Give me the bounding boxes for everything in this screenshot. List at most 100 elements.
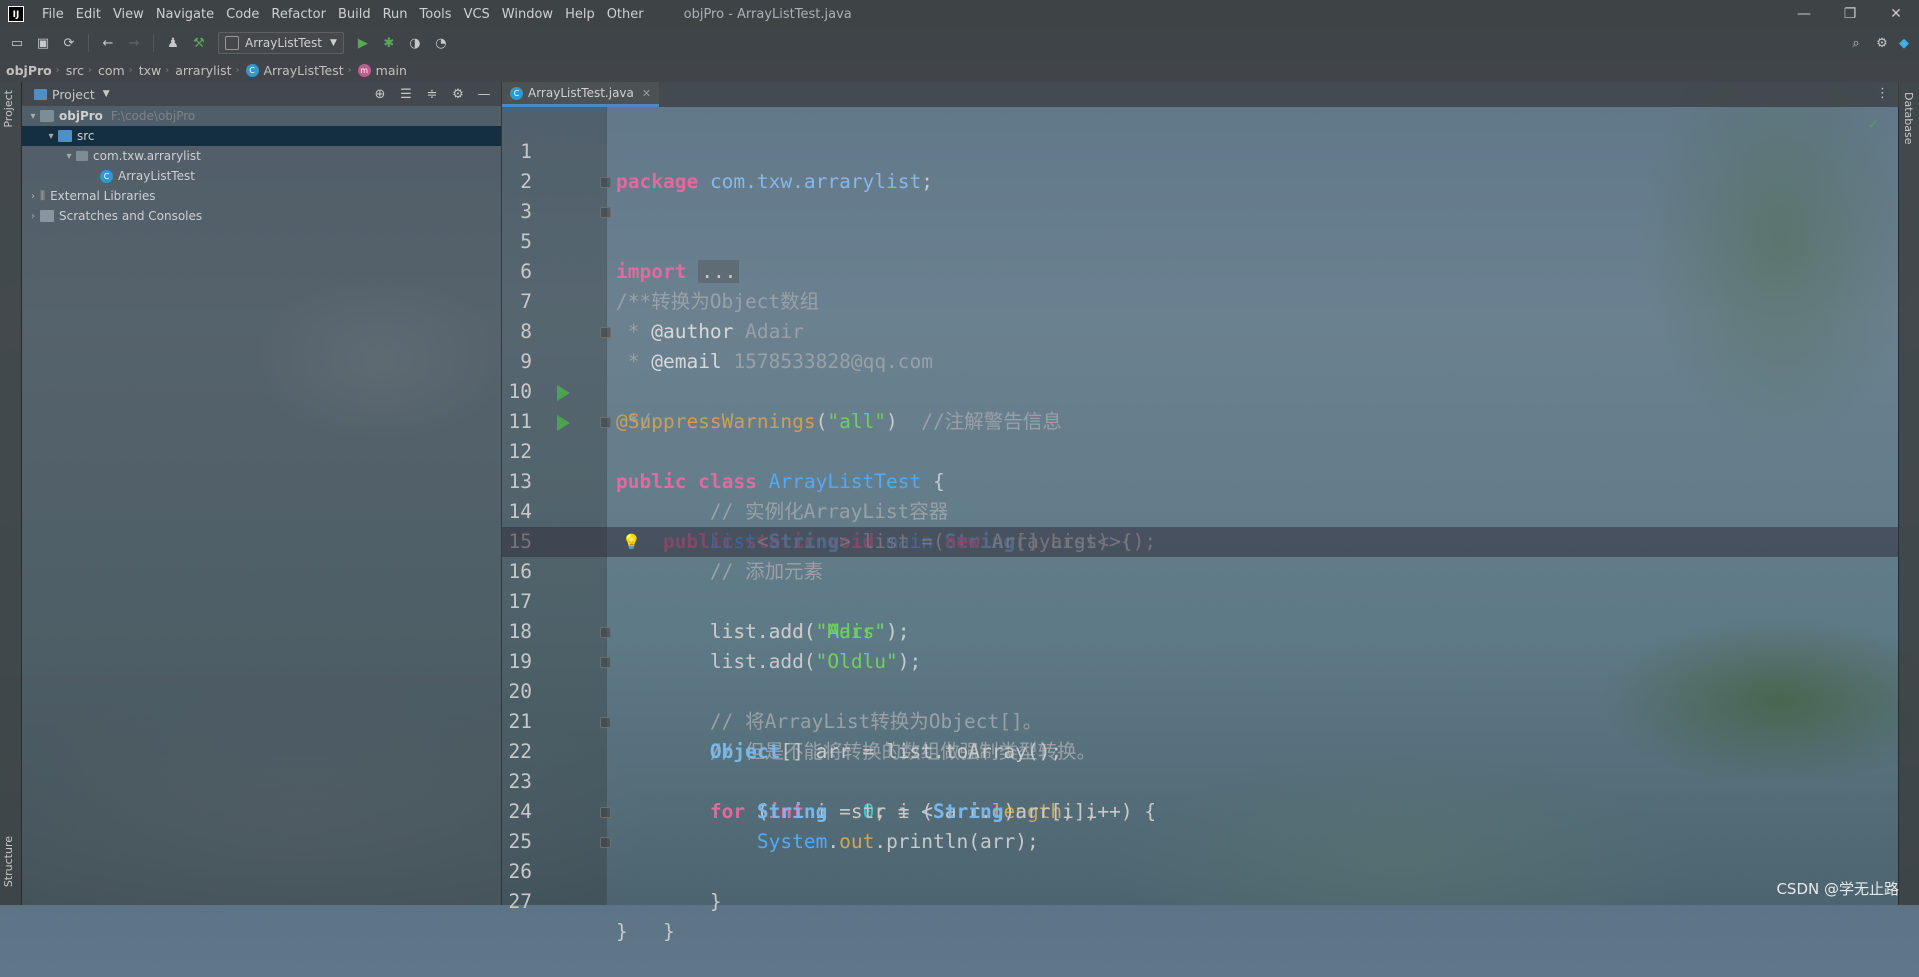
plugin-icon[interactable]: ◆: [1893, 32, 1915, 54]
code-line: 17 list.add("Mars");: [502, 557, 1899, 643]
hide-icon[interactable]: —: [471, 87, 497, 102]
code-line: 6 * 转换为Object数组: [502, 227, 1899, 313]
intellij-logo-icon: IJ: [8, 6, 24, 22]
tree-item-arraylisttest[interactable]: C ArrayListTest: [22, 166, 501, 186]
code-line: 13 // 实例化ArrayList容器: [502, 437, 1899, 523]
restore-button[interactable]: ❐: [1827, 0, 1873, 28]
run-configuration-select[interactable]: ArrayListTest ▼: [218, 32, 344, 54]
tree-item-scratches[interactable]: › Scratches and Consoles: [22, 206, 501, 226]
menu-vcs[interactable]: VCS: [458, 7, 496, 22]
run-gutter-icon[interactable]: [557, 385, 570, 401]
source-folder-icon: [58, 130, 72, 142]
more-options-icon[interactable]: ⋮: [1876, 86, 1889, 101]
breadcrumb-method[interactable]: m main: [352, 63, 411, 78]
window-title: objPro - ArrayListTest.java: [683, 6, 852, 22]
code-area[interactable]: ✓ 1 package com.txw.arrarylist; 2 3 impo…: [502, 107, 1899, 943]
sync-icon[interactable]: ⟳: [58, 32, 80, 54]
run-gutter-icon[interactable]: [557, 415, 570, 431]
close-icon[interactable]: ✕: [642, 87, 651, 100]
collapse-all-icon[interactable]: ≑: [419, 87, 445, 102]
project-tool-tab[interactable]: Project: [2, 90, 15, 128]
fold-icon[interactable]: [600, 627, 611, 638]
menu-code[interactable]: Code: [220, 7, 265, 22]
fold-icon[interactable]: [600, 837, 611, 848]
tree-item-src[interactable]: ▾ src: [22, 126, 501, 146]
right-tool-stripe: Database: [1898, 82, 1919, 905]
build-hammer-icon[interactable]: ⚒: [188, 32, 210, 54]
menu-file[interactable]: File: [36, 7, 70, 22]
fold-icon[interactable]: [600, 717, 611, 728]
code-line: 3 import ...: [502, 167, 1899, 283]
chevron-down-icon[interactable]: ▾: [62, 151, 76, 162]
project-panel-actions: ⊕ ☰ ≑ ⚙ —: [367, 82, 497, 106]
menu-view[interactable]: View: [107, 7, 150, 22]
coverage-icon[interactable]: ◑: [404, 32, 426, 54]
minimize-button[interactable]: —: [1781, 0, 1827, 28]
search-icon[interactable]: ⌕: [1845, 32, 1867, 54]
expand-all-icon[interactable]: ☰: [393, 87, 419, 102]
fold-icon[interactable]: [600, 807, 611, 818]
menu-window[interactable]: Window: [496, 7, 559, 22]
chevron-down-icon[interactable]: ▾: [44, 131, 58, 142]
profile-icon[interactable]: ◔: [430, 32, 452, 54]
gear-icon[interactable]: ⚙: [1871, 32, 1893, 54]
breadcrumb-src[interactable]: src: [60, 63, 88, 78]
editor-tab-bar: C ArrayListTest.java ✕ ⋮: [502, 82, 1899, 107]
main-toolbar: ▭ ▣ ⟳ ← → ♟ ⚒ ArrayListTest ▼ ▶ ✱ ◑ ◔ ⌕ …: [0, 28, 1919, 58]
breadcrumb-com[interactable]: com: [92, 63, 129, 78]
gear-icon[interactable]: ⚙: [445, 87, 471, 102]
breadcrumb-objpro[interactable]: objPro: [0, 63, 56, 78]
debug-icon[interactable]: ✱: [378, 32, 400, 54]
code-line: 11 public class ArrayListTest {: [502, 377, 1899, 493]
tree-item-external-libraries[interactable]: › ⫼ External Libraries: [22, 186, 501, 206]
menu-refactor[interactable]: Refactor: [265, 7, 332, 22]
chevron-down-icon[interactable]: ▾: [26, 111, 40, 122]
folder-icon: [40, 110, 54, 122]
lightbulb-icon[interactable]: 💡: [622, 527, 641, 557]
menu-help[interactable]: Help: [559, 7, 601, 22]
chevron-right-icon[interactable]: ›: [26, 211, 40, 222]
structure-tool-tab[interactable]: Structure: [2, 836, 15, 887]
run-icon[interactable]: ▶: [352, 32, 374, 54]
save-icon[interactable]: ▣: [32, 32, 54, 54]
fold-icon[interactable]: [600, 177, 611, 188]
code-line: 1 package com.txw.arrarylist;: [502, 107, 1899, 193]
breadcrumb-txw[interactable]: txw: [133, 63, 166, 78]
database-tool-tab[interactable]: Database: [1902, 92, 1915, 145]
code-line: 25 }: [502, 797, 1899, 913]
menu-tools[interactable]: Tools: [414, 7, 458, 22]
project-panel-title[interactable]: Project: [52, 87, 95, 102]
close-button[interactable]: ✕: [1873, 0, 1919, 28]
breadcrumb-class-label: ArrayListTest: [263, 62, 344, 78]
library-icon: ⫼: [40, 189, 46, 202]
menu-navigate[interactable]: Navigate: [150, 7, 220, 22]
fold-icon[interactable]: [600, 207, 611, 218]
tree-item-objpro[interactable]: ▾ objPro F:\code\objPro: [22, 106, 501, 126]
menu-build[interactable]: Build: [332, 7, 377, 22]
chevron-down-icon[interactable]: ▼: [103, 89, 110, 99]
code-line: 21 Object[] arr = list.toArray();: [502, 677, 1899, 763]
user-icon[interactable]: ♟: [162, 32, 184, 54]
scratches-icon: [40, 210, 54, 222]
forward-arrow-icon[interactable]: →: [123, 32, 145, 54]
package-icon: [76, 151, 88, 161]
fold-icon[interactable]: [600, 327, 611, 338]
code-line: 2: [502, 137, 1899, 193]
fold-icon[interactable]: [600, 657, 611, 668]
open-folder-icon[interactable]: ▭: [6, 32, 28, 54]
menu-other[interactable]: Other: [601, 7, 650, 22]
tab-arraylisttest[interactable]: C ArrayListTest.java ✕: [502, 82, 660, 107]
locate-icon[interactable]: ⊕: [367, 87, 393, 102]
csdn-watermark: CSDN @学无止路: [1776, 880, 1899, 898]
menu-edit[interactable]: Edit: [70, 7, 107, 22]
fold-icon[interactable]: [600, 417, 611, 428]
tree-item-label: ArrayListTest: [118, 169, 195, 183]
project-panel: Project ▼ ⊕ ☰ ≑ ⚙ — ▾ objPro F:\code\obj…: [22, 82, 502, 905]
project-panel-header: Project ▼ ⊕ ☰ ≑ ⚙ —: [22, 82, 501, 106]
breadcrumb-class[interactable]: C ArrayListTest: [240, 63, 348, 78]
breadcrumb-arrarylist[interactable]: arrarylist: [169, 63, 235, 78]
menu-run[interactable]: Run: [377, 7, 414, 22]
back-arrow-icon[interactable]: ←: [97, 32, 119, 54]
tree-item-package[interactable]: ▾ com.txw.arrarylist: [22, 146, 501, 166]
chevron-right-icon[interactable]: ›: [26, 191, 40, 202]
